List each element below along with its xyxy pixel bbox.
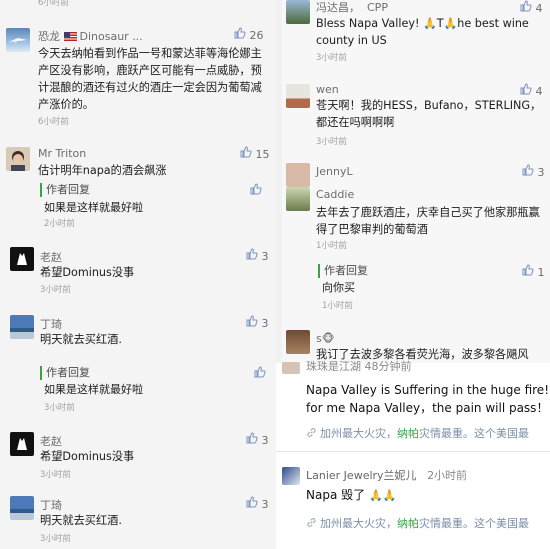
- overlay-comment-panel: 珠珠是江湖 48分钟前 Napa Valley is Suffering in …: [276, 360, 550, 549]
- comment-user[interactable]: 老赵: [40, 433, 62, 449]
- comment-text: 明天就去买红酒.: [40, 333, 122, 346]
- link-icon: [307, 518, 316, 527]
- thumb-up-icon: [522, 264, 534, 276]
- thumb-up-icon: [246, 248, 258, 260]
- avatar[interactable]: [6, 28, 30, 52]
- author-reply-text: 如果是这样就最好啦: [44, 201, 143, 214]
- avatar[interactable]: [10, 496, 34, 520]
- comment-text: 苍天啊！我的HESS，Bufano，STERLING，都还在吗啊啊啊: [316, 99, 542, 129]
- avatar[interactable]: [6, 147, 30, 171]
- avatar[interactable]: [286, 330, 310, 354]
- pray-icon: 🙏: [423, 17, 437, 30]
- comment-time: 3小时前: [40, 470, 71, 480]
- thumb-up-icon: [234, 27, 246, 39]
- comment-text: 今天去纳帕看到作品一号和蒙达菲等海伦娜主产区没有影响，鹿跃产区可能有一点威胁，预…: [38, 47, 262, 111]
- thumb-up-icon: [240, 146, 252, 158]
- article-link[interactable]: 加州最大火灾，纳帕灾情最重。这个美国最: [306, 425, 529, 441]
- author-reply-label: 作者回复: [40, 366, 90, 380]
- comment-text: 希望Dominus没事: [40, 450, 135, 463]
- comment-user[interactable]: 丁琦: [40, 497, 62, 513]
- thumb-up-icon: [246, 496, 258, 508]
- left-comment-column: 6小时前 恐龙 Dinosaur ... 26 今天去纳帕看到作品一号和蒙达菲等…: [0, 0, 276, 549]
- comment-time: 6小时前: [38, 117, 69, 127]
- avatar[interactable]: [10, 247, 34, 271]
- avatar[interactable]: [10, 315, 34, 339]
- comment-user[interactable]: Mr Triton: [38, 147, 86, 160]
- comment-user[interactable]: wen: [316, 83, 339, 96]
- comment-text: 明天就去买红酒.: [40, 514, 122, 527]
- thumb-up-icon: [520, 83, 532, 95]
- author-reply-text: 向你买: [322, 281, 355, 294]
- article-link[interactable]: 加州最大火灾，纳帕灾情最重。这个美国最: [306, 515, 529, 531]
- comment-user[interactable]: 冯达昌， CPP: [316, 0, 388, 15]
- like-button[interactable]: 26: [234, 27, 264, 42]
- comment-text: Bless Napa Valley! 🙏T🙏he best wine count…: [316, 17, 529, 47]
- thumb-up-icon: [246, 315, 258, 327]
- comment-user[interactable]: 老赵: [40, 249, 62, 265]
- comment-time: 3小时前: [40, 285, 71, 295]
- pray-icon: 🙏🙏: [368, 489, 397, 502]
- pray-icon: 🙏: [443, 17, 458, 30]
- comment-text: 估计明年napa的酒会飙涨: [38, 164, 167, 177]
- comment-text: 去年去了鹿跃酒庄，庆幸自己买了他家那瓶赢得了巴黎审判的葡萄酒: [316, 206, 540, 236]
- comment-user[interactable]: 丁琦: [40, 316, 62, 332]
- comment-time: 6小时前: [38, 0, 69, 8]
- avatar[interactable]: [10, 432, 34, 456]
- comment-text: Napa Valley is Suffering in the huge fir…: [306, 383, 550, 397]
- avatar[interactable]: [286, 163, 310, 187]
- comment-time: 3小时前: [316, 137, 347, 147]
- reply-like-button[interactable]: [254, 366, 266, 381]
- thumb-up-icon: [250, 183, 262, 195]
- thumb-up-icon: [254, 366, 266, 378]
- comment-user[interactable]: Lanier Jewelry兰妮儿 2小时前: [306, 467, 467, 483]
- reply-time: 3小时前: [44, 403, 75, 413]
- reply-time: 1小时前: [322, 301, 353, 311]
- author-reply-text: 如果是这样就最好啦: [44, 383, 143, 396]
- comment-user: 珠珠是江湖 48分钟前: [306, 360, 412, 373]
- reply-like-button[interactable]: 1: [522, 264, 545, 279]
- avatar[interactable]: [282, 362, 300, 374]
- thumb-up-icon: [522, 164, 534, 176]
- author-reply-label: 作者回复: [40, 183, 90, 197]
- us-flag-icon: [63, 32, 77, 41]
- comment-time: 3小时前: [40, 534, 71, 544]
- comment-user[interactable]: Caddie: [316, 188, 354, 201]
- comment-user[interactable]: JennyL: [316, 165, 353, 178]
- link-icon: [307, 428, 316, 437]
- like-button[interactable]: 15: [240, 146, 270, 161]
- like-button[interactable]: 3: [246, 248, 269, 263]
- like-button[interactable]: 3: [246, 496, 269, 511]
- author-reply-label: 作者回复: [318, 264, 368, 278]
- like-button[interactable]: 4: [520, 83, 543, 98]
- avatar[interactable]: [282, 467, 300, 485]
- like-button[interactable]: 3: [246, 315, 269, 330]
- thumb-up-icon: [246, 432, 258, 444]
- thumb-up-icon: [520, 0, 532, 12]
- like-button[interactable]: 4: [520, 0, 543, 15]
- reply-time: 2小时前: [44, 219, 75, 229]
- like-button[interactable]: 3: [522, 164, 545, 179]
- divider: [276, 451, 550, 452]
- avatar[interactable]: [286, 0, 310, 24]
- comment-text: Napa 毁了 🙏🙏: [306, 488, 397, 502]
- like-button[interactable]: 3: [246, 432, 269, 447]
- avatar[interactable]: [286, 187, 310, 211]
- reply-like-button[interactable]: [250, 183, 262, 198]
- comment-text: 希望Dominus没事: [40, 266, 135, 279]
- comment-text: for me Napa Valley，the pain will pass！ 🙏: [306, 401, 549, 415]
- comment-user[interactable]: 恐龙 Dinosaur ...: [38, 28, 143, 44]
- comment-time: 1小时前: [316, 241, 347, 251]
- comment-user[interactable]: s🐵: [316, 332, 334, 345]
- comment-time: 3小时前: [316, 53, 347, 63]
- avatar[interactable]: [286, 84, 310, 108]
